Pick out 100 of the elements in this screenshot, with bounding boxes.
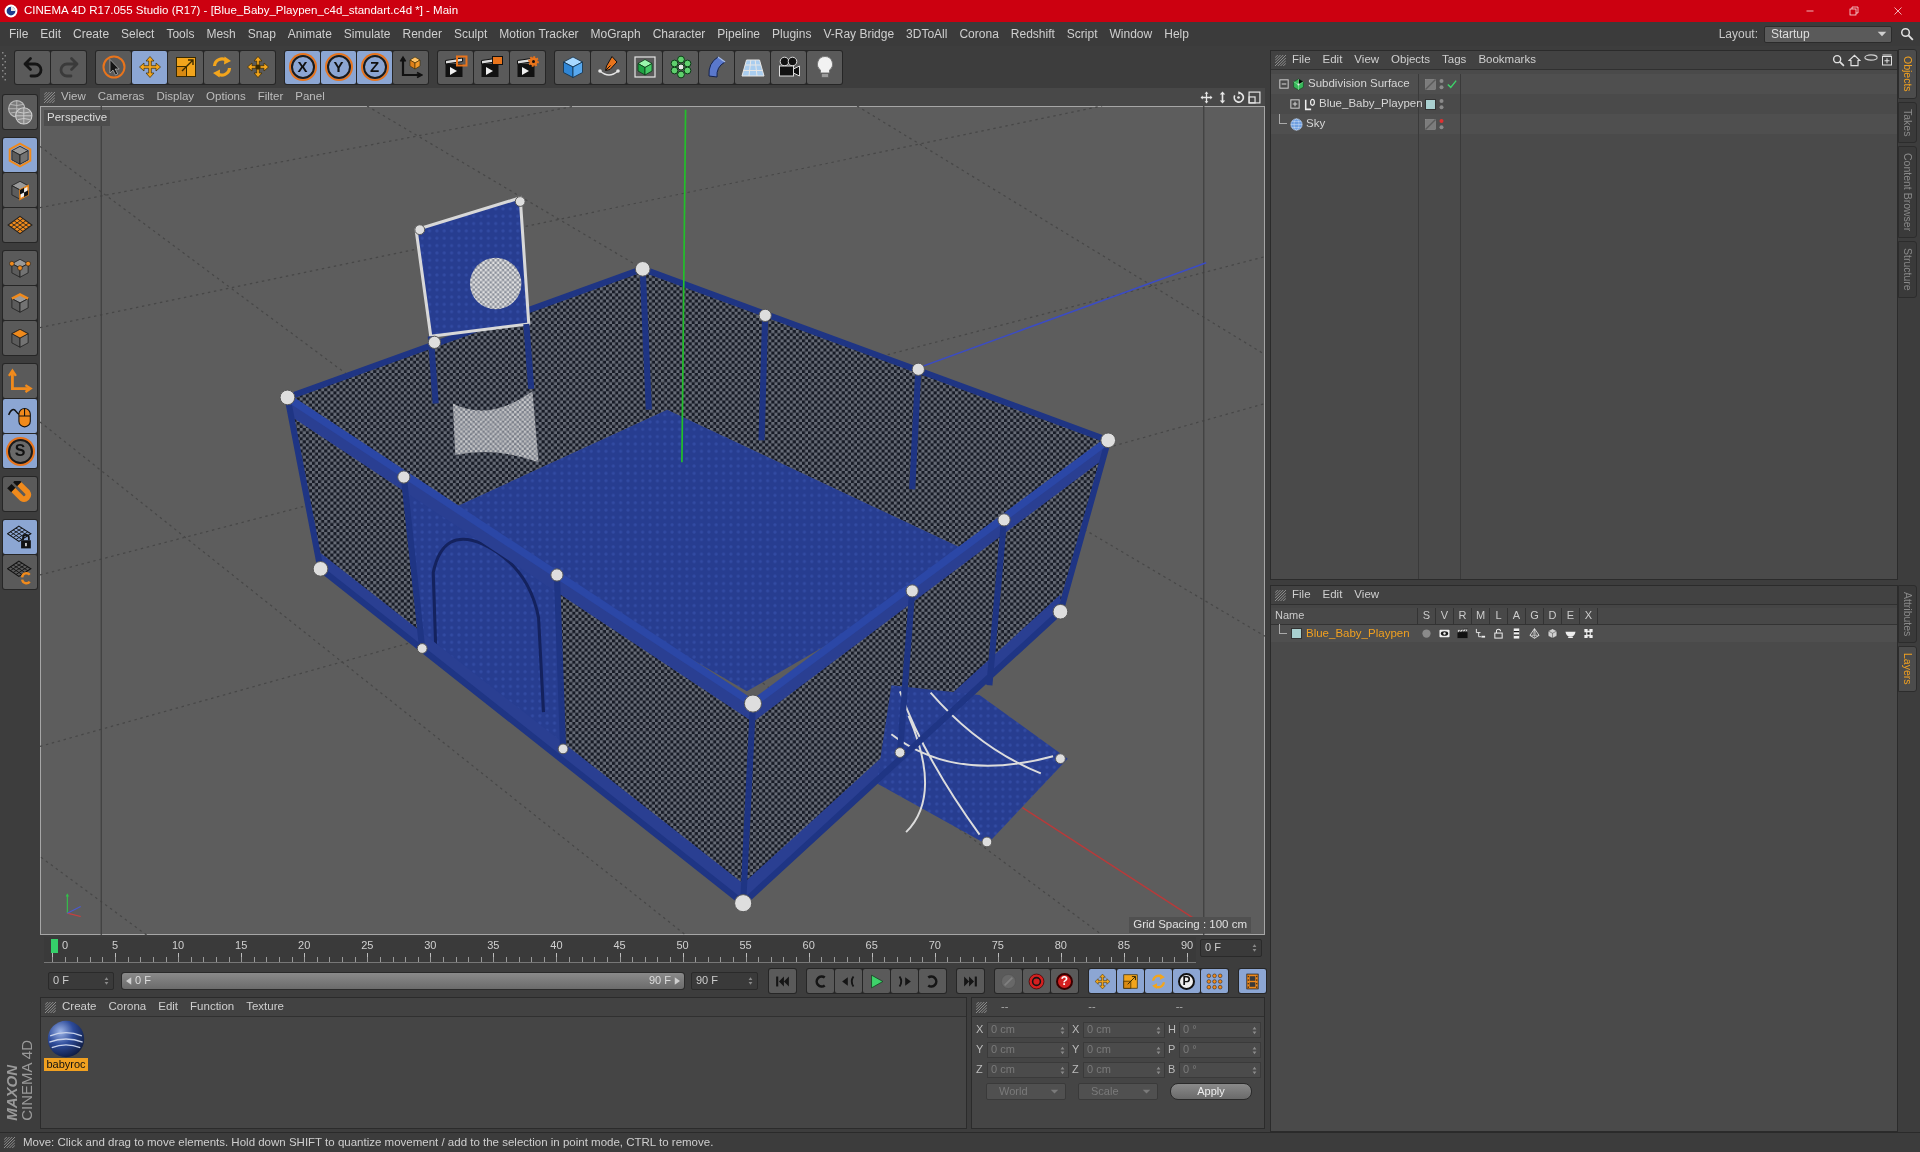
menu-item[interactable]: Display [150, 90, 201, 104]
search-icon[interactable] [1832, 53, 1845, 67]
orbit-view-icon[interactable] [1232, 90, 1245, 104]
timeline-ruler[interactable]: 0 5 10 15 20 25 30 35 40 45 50 55 60 65 70 75 80 85 90 [44, 937, 1196, 963]
align-workplane-button[interactable] [3, 555, 37, 589]
previous-frame-button[interactable] [835, 969, 862, 993]
visibility-dots-icon[interactable] [1439, 98, 1444, 110]
menu-item[interactable]: V-Ray Bridge [817, 25, 901, 43]
end-frame-field[interactable]: 90 F [691, 972, 758, 990]
menu-item[interactable]: Edit [152, 1000, 185, 1014]
edges-mode-button[interactable] [3, 286, 37, 320]
next-key-button[interactable] [919, 969, 946, 993]
puzzle-icon[interactable] [1582, 628, 1594, 639]
key-points-button[interactable] [1201, 969, 1228, 993]
camera-button[interactable] [771, 50, 806, 84]
material-ball-icon[interactable] [47, 1020, 85, 1058]
side-tab[interactable]: Objects [1898, 49, 1917, 99]
search-icon[interactable] [1900, 27, 1914, 41]
polygons-mode-button[interactable] [3, 321, 37, 355]
key-parameter-button[interactable]: P [1173, 969, 1200, 993]
menu-item[interactable]: Select [115, 25, 161, 43]
make-editable-button[interactable] [3, 95, 37, 129]
left-triangle-icon[interactable] [126, 977, 132, 985]
oval-icon[interactable] [1864, 53, 1878, 61]
home-icon[interactable] [1848, 53, 1861, 67]
eye-icon[interactable] [1438, 628, 1450, 639]
collapse-toggle-icon[interactable] [1279, 79, 1289, 89]
tweak-mode-button[interactable] [3, 399, 37, 433]
key-scale-button[interactable] [1117, 969, 1144, 993]
plus-box-icon[interactable] [1881, 53, 1893, 66]
go-to-end-button[interactable] [957, 969, 984, 993]
menu-item[interactable]: Character [646, 25, 712, 43]
menu-item[interactable]: Edit [1316, 588, 1349, 602]
menu-item[interactable]: Plugins [766, 25, 818, 43]
spinner-arrows-icon[interactable] [748, 976, 753, 986]
layer-color-swatch[interactable] [1425, 98, 1436, 110]
timeline-button[interactable] [1239, 969, 1266, 993]
menu-item[interactable]: Edit [1316, 53, 1349, 67]
menu-item[interactable]: Bookmarks [1472, 53, 1542, 67]
layer-name[interactable]: Blue_Baby_Playpen [1306, 626, 1410, 641]
solo-dot-icon[interactable] [1420, 628, 1432, 639]
side-tab[interactable]: Content Browser [1898, 146, 1917, 239]
visibility-dots-icon[interactable] [1439, 78, 1444, 90]
render-picture-button[interactable] [474, 50, 509, 84]
light-button[interactable] [807, 50, 842, 84]
side-tab[interactable]: Takes [1898, 101, 1917, 144]
check-icon[interactable] [1447, 79, 1457, 89]
cube-button[interactable] [555, 50, 590, 84]
magnet-button[interactable] [3, 477, 37, 511]
menu-item[interactable]: Corona [953, 25, 1005, 43]
material-name[interactable]: babyroc [44, 1058, 88, 1072]
workplane-mode-button[interactable] [3, 208, 37, 242]
menu-item[interactable]: Mesh [200, 25, 242, 43]
floor-button[interactable] [735, 50, 770, 84]
menu-item[interactable]: Snap [241, 25, 282, 43]
menu-item[interactable]: File [1286, 53, 1317, 67]
panel-grip-icon[interactable] [1275, 589, 1286, 601]
axis-lock-button[interactable]: X [285, 50, 320, 84]
menu-item[interactable]: Window [1103, 25, 1159, 43]
menu-item[interactable]: Objects [1385, 53, 1437, 67]
menu-item[interactable]: Help [1158, 25, 1195, 43]
visibility-dots-icon[interactable] [1439, 118, 1444, 130]
menu-item[interactable]: Motion Tracker [493, 25, 585, 43]
menu-item[interactable]: Cameras [91, 90, 151, 104]
subdivision-surface-button[interactable] [627, 50, 662, 84]
menu-item[interactable]: Pipeline [711, 25, 767, 43]
menu-item[interactable]: 3DToAll [900, 25, 954, 43]
clapperboard-icon[interactable] [1456, 628, 1468, 639]
menu-item[interactable]: Function [184, 1000, 241, 1014]
snap-button[interactable]: S [3, 434, 37, 468]
menu-item[interactable]: Texture [240, 1000, 290, 1014]
key-help-button[interactable]: ? [1051, 969, 1078, 993]
current-frame-field[interactable]: 0 F [1200, 939, 1262, 957]
menu-item[interactable]: View [55, 90, 92, 104]
layout-dropdown[interactable]: Startup [1764, 25, 1892, 43]
object-name[interactable]: Sky [1306, 117, 1326, 131]
cube-icon[interactable] [1546, 628, 1558, 639]
cloner-button[interactable] [663, 50, 698, 84]
maximize-view-icon[interactable] [1248, 90, 1261, 104]
lock-workplane-button[interactable] [3, 520, 37, 554]
menu-item[interactable]: Create [67, 25, 116, 43]
rotate-tool-button[interactable] [204, 50, 239, 84]
next-frame-button[interactable] [891, 969, 918, 993]
panel-grip-icon[interactable] [4, 1137, 15, 1148]
menu-item[interactable]: MoGraph [584, 25, 647, 43]
play-button[interactable] [863, 969, 890, 993]
hierarchy-icon[interactable] [1474, 628, 1486, 639]
pyramid-icon[interactable] [1528, 628, 1540, 639]
menu-item[interactable]: Edit [34, 25, 68, 43]
scale-tool-button[interactable] [168, 50, 203, 84]
object-name[interactable]: Blue_Baby_Playpen [1319, 97, 1423, 111]
transform-tool-button[interactable] [240, 50, 275, 84]
render-view-button[interactable] [438, 50, 473, 84]
render-settings-button[interactable] [510, 50, 545, 84]
panel-grip-icon[interactable] [1275, 54, 1286, 66]
undo-button[interactable] [15, 50, 50, 84]
menu-item[interactable]: Sculpt [447, 25, 494, 43]
side-tab[interactable]: Layers [1898, 646, 1917, 692]
pen-tool-button[interactable] [591, 50, 626, 84]
points-mode-button[interactable] [3, 251, 37, 285]
